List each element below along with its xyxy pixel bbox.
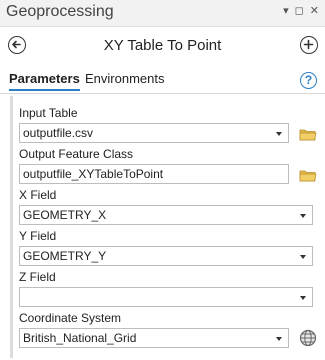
parameters-panel: Input Table outputfile.csv Output Featur… <box>10 96 319 358</box>
globe-icon[interactable] <box>299 329 317 347</box>
tabs-divider <box>0 93 325 94</box>
output-feature-class-field: Output Feature Class outputfile_XYTableT… <box>19 147 317 184</box>
input-table-select[interactable]: outputfile.csv <box>19 123 289 143</box>
output-feature-class-label: Output Feature Class <box>19 147 134 161</box>
folder-browse-icon[interactable] <box>299 166 317 184</box>
input-table-label: Input Table <box>19 106 78 120</box>
chevron-down-icon <box>276 132 282 136</box>
help-icon[interactable]: ? <box>300 72 317 89</box>
window-controls: ▾ ◻ ✕ <box>283 4 319 18</box>
z-field-field: Z Field <box>19 270 313 307</box>
coordinate-system-field: Coordinate System British_National_Grid <box>19 311 317 348</box>
plus-circle-icon[interactable] <box>300 36 318 54</box>
input-table-value: outputfile.csv <box>23 126 94 140</box>
y-field-select[interactable]: GEOMETRY_Y <box>19 246 313 266</box>
coordinate-system-value: British_National_Grid <box>23 331 137 345</box>
tool-header: XY Table To Point <box>0 30 325 62</box>
folder-browse-icon[interactable] <box>299 125 317 143</box>
coordinate-system-label: Coordinate System <box>19 311 122 325</box>
x-field-select[interactable]: GEOMETRY_X <box>19 205 313 225</box>
y-field-field: Y Field GEOMETRY_Y <box>19 229 313 266</box>
chevron-down-icon <box>300 214 306 218</box>
chevron-down-icon <box>300 255 306 259</box>
x-field-value: GEOMETRY_X <box>23 208 107 222</box>
coordinate-system-select[interactable]: British_National_Grid <box>19 328 289 348</box>
output-feature-class-value: outputfile_XYTableToPoint <box>23 167 164 181</box>
chevron-down-icon <box>300 296 306 300</box>
maximize-icon[interactable]: ◻ <box>295 4 304 18</box>
x-field-field: X Field GEOMETRY_X <box>19 188 313 225</box>
tool-tabs: Parameters Environments ? <box>0 66 325 94</box>
y-field-label: Y Field <box>19 229 57 243</box>
close-icon[interactable]: ✕ <box>310 4 319 18</box>
z-field-label: Z Field <box>19 270 56 284</box>
tool-title: XY Table To Point <box>103 37 222 54</box>
output-feature-class-input[interactable]: outputfile_XYTableToPoint <box>19 164 289 184</box>
tab-environments[interactable]: Environments <box>85 71 164 86</box>
pane-titlebar: Geoprocessing ▾ ◻ ✕ <box>0 0 325 27</box>
input-table-field: Input Table outputfile.csv <box>19 106 317 143</box>
pane-title: Geoprocessing <box>6 3 114 20</box>
y-field-value: GEOMETRY_Y <box>23 249 107 263</box>
chevron-down-icon <box>276 337 282 341</box>
z-field-select[interactable] <box>19 287 313 307</box>
options-dropdown-icon[interactable]: ▾ <box>283 4 289 18</box>
x-field-label: X Field <box>19 188 57 202</box>
tab-parameters[interactable]: Parameters <box>9 71 80 91</box>
